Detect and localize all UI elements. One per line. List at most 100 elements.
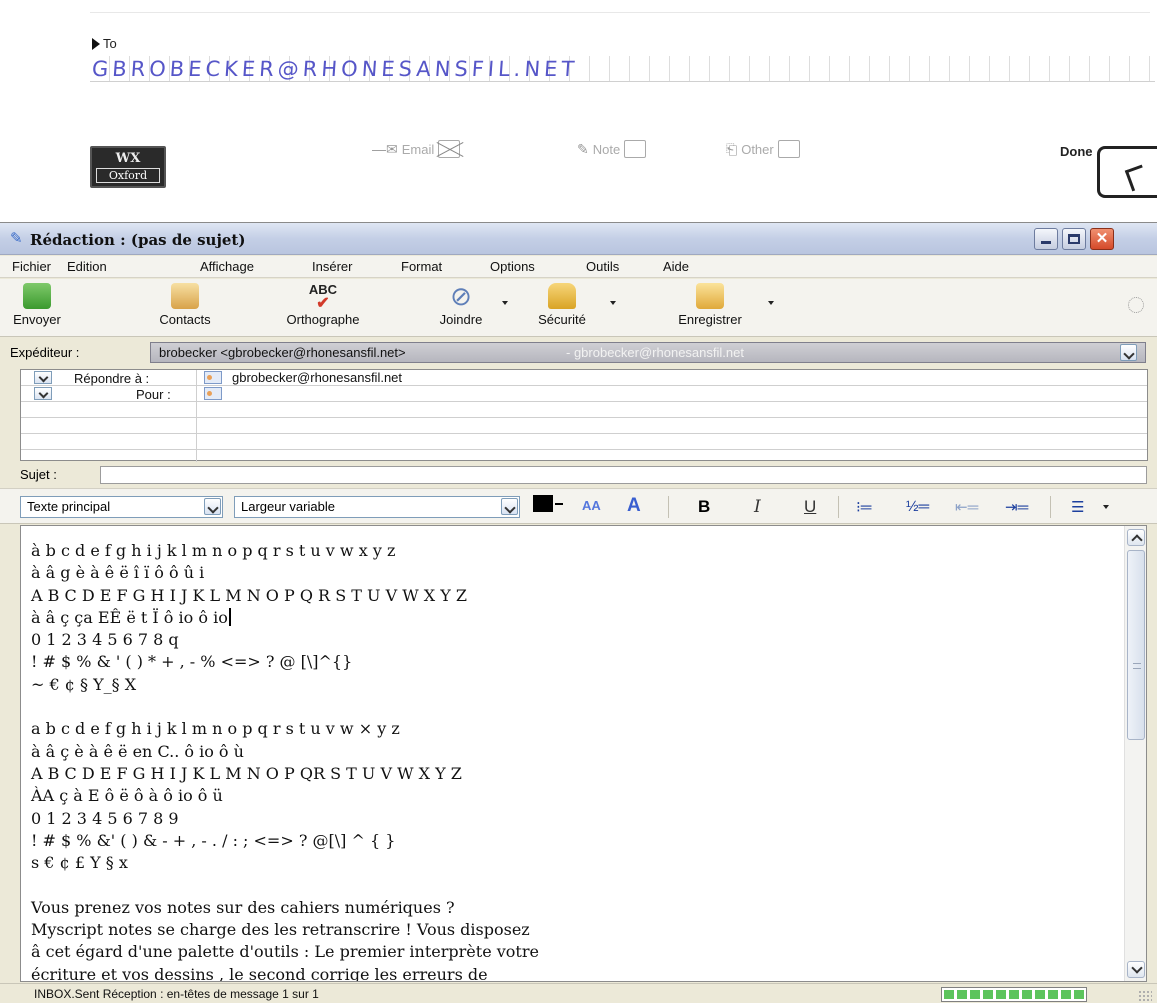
scroll-down-button[interactable] <box>1127 961 1145 978</box>
send-button[interactable]: Envoyer <box>2 281 72 335</box>
bold-button[interactable]: B <box>698 497 710 517</box>
scroll-thumb[interactable] <box>1127 550 1145 740</box>
resize-grip[interactable] <box>1138 990 1152 1002</box>
folder-icon <box>696 283 724 309</box>
minimize-icon <box>1041 241 1051 244</box>
align-dropdown-icon[interactable] <box>1103 505 1109 509</box>
subject-input[interactable] <box>100 466 1147 484</box>
bullet-list-icon[interactable]: ⁝═ <box>856 498 871 516</box>
subject-label: Sujet : <box>20 467 57 482</box>
paragraph-dropdown-button[interactable] <box>204 498 221 515</box>
maximize-icon <box>1068 234 1080 244</box>
attach-dropdown-icon[interactable] <box>502 301 508 305</box>
sender-row: Expéditeur : brobecker <gbrobecker@rhone… <box>0 338 1157 368</box>
note-checkbox[interactable] <box>624 140 647 158</box>
indent-icon[interactable]: ⇥═ <box>1005 498 1028 516</box>
body-line: ! # $ % & ' ( ) * + , - % <=> ? @ [\]^{} <box>31 652 353 672</box>
paperclip-icon: ⊘ <box>450 281 472 311</box>
body-line: écriture et vos dessins , le second corr… <box>31 964 488 982</box>
padlock-icon <box>548 283 576 309</box>
body-line <box>31 696 1121 718</box>
body-line: 0 1 2 3 4 5 6 7 8 q <box>31 630 179 650</box>
menu-inserer[interactable]: Insérer <box>312 259 352 274</box>
minimize-button[interactable] <box>1034 228 1058 250</box>
text-caret <box>228 607 231 626</box>
activity-spinner-icon <box>1128 297 1144 313</box>
title-bar[interactable]: ✎ Rédaction : (pas de sujet) ✕ <box>0 223 1157 255</box>
sender-select[interactable]: brobecker <gbrobecker@rhonesansfil.net> … <box>150 342 1146 363</box>
text-color-button[interactable] <box>533 495 553 512</box>
checkmark-icon <box>1124 164 1150 192</box>
address-row-empty[interactable] <box>21 434 1147 450</box>
window-title: Rédaction : (pas de sujet) <box>30 231 246 249</box>
address-card-icon <box>204 371 222 384</box>
format-toolbar: Texte principal Largeur variable AA A B … <box>0 488 1157 524</box>
body-line: Myscript notes se charge des les retrans… <box>31 920 530 940</box>
handwriting-form: To GBROBECKER@RHONESANSFIL.NET WX Oxford… <box>0 0 1157 222</box>
body-line: a b c d e f g h i j k l m n o p q r s t … <box>31 719 400 739</box>
font-select[interactable]: Largeur variable <box>234 496 520 518</box>
reply-address[interactable]: gbrobecker@rhonesansfil.net <box>232 370 402 385</box>
vertical-scrollbar[interactable] <box>1124 526 1146 981</box>
address-list: Répondre à : gbrobecker@rhonesansfil.net… <box>20 369 1148 462</box>
attach-button[interactable]: ⊘ Joindre <box>428 281 494 335</box>
text-color-dropdown-icon[interactable] <box>555 503 563 505</box>
menu-bar: Fichier Edition Affichage Insérer Format… <box>0 256 1157 278</box>
other-checkbox[interactable] <box>777 140 800 158</box>
italic-button[interactable]: I <box>754 497 761 517</box>
body-line: à b c d e f g h i j k l m n o p q r s t … <box>31 541 396 560</box>
menu-aide[interactable]: Aide <box>663 259 689 274</box>
reply-type-dropdown[interactable] <box>34 371 52 384</box>
send-icon <box>23 283 51 309</box>
spellcheck-button[interactable]: ABC ✔ Orthographe <box>268 281 378 335</box>
align-icon[interactable]: ☰ <box>1071 498 1084 516</box>
subject-row: Sujet : <box>0 462 1157 488</box>
sender-dropdown-button[interactable] <box>1120 344 1137 361</box>
address-row-empty[interactable] <box>21 402 1147 418</box>
body-line: à â ç è à ê ë en C.. ô io ô ù <box>31 741 244 761</box>
outdent-icon[interactable]: ⇤═ <box>955 498 978 516</box>
body-line: ÀA ç à E ô ë ô à ô io ô ü <box>31 786 223 806</box>
address-card-icon <box>204 387 222 400</box>
status-bar: INBOX.Sent Réception : en-têtes de messa… <box>0 983 1157 1003</box>
body-line: 0 1 2 3 4 5 6 7 8 9 <box>31 808 179 828</box>
scroll-up-button[interactable] <box>1127 529 1145 546</box>
save-button[interactable]: Enregistrer <box>660 281 760 335</box>
menu-format[interactable]: Format <box>401 259 442 274</box>
body-line: à â ç ça EÊ ë t Ï ô io ô io <box>31 607 1121 629</box>
menu-outils[interactable]: Outils <box>586 259 619 274</box>
envelope-icon: —✉ <box>372 140 398 157</box>
maximize-button[interactable] <box>1062 228 1086 250</box>
menu-fichier[interactable]: Fichier <box>12 259 51 274</box>
paragraph-style-select[interactable]: Texte principal <box>20 496 223 518</box>
contacts-icon <box>171 283 199 309</box>
security-dropdown-icon[interactable] <box>610 301 616 305</box>
body-line: â cet égard d'une palette d'outils : Le … <box>31 942 539 962</box>
font-larger-button[interactable]: A <box>627 495 641 517</box>
body-line: ! # $ % &' ( ) & - + , - . / : ; <=> ? @… <box>31 830 396 850</box>
security-button[interactable]: Sécurité <box>527 281 597 335</box>
option-other[interactable]: ⎗ Other <box>726 140 800 158</box>
address-row-empty[interactable] <box>21 418 1147 434</box>
email-checkbox[interactable] <box>438 140 461 158</box>
address-row-to[interactable]: Pour : <box>21 386 1147 402</box>
to-type-dropdown[interactable] <box>34 387 52 400</box>
message-body[interactable]: à b c d e f g h i j k l m n o p q r s t … <box>20 525 1147 982</box>
font-smaller-button[interactable]: AA <box>582 498 601 513</box>
option-note[interactable]: ✎ Note <box>577 140 647 158</box>
contacts-button[interactable]: Contacts <box>140 281 230 335</box>
triangle-icon <box>92 37 100 50</box>
numbered-list-icon[interactable]: ½═ <box>906 498 929 515</box>
underline-button[interactable]: U <box>804 497 816 517</box>
spellcheck-icon: ABC ✔ <box>308 282 338 312</box>
oxford-logo: WX Oxford <box>90 146 166 188</box>
font-dropdown-button[interactable] <box>501 498 518 515</box>
close-button[interactable]: ✕ <box>1090 228 1114 250</box>
done-button[interactable] <box>1097 146 1157 198</box>
option-email[interactable]: —✉ Email <box>372 140 461 158</box>
menu-options[interactable]: Options <box>490 259 535 274</box>
address-row-reply[interactable]: Répondre à : gbrobecker@rhonesansfil.net <box>21 370 1147 386</box>
menu-affichage[interactable]: Affichage <box>200 259 254 274</box>
save-dropdown-icon[interactable] <box>768 301 774 305</box>
menu-edition[interactable]: Edition <box>67 259 107 274</box>
